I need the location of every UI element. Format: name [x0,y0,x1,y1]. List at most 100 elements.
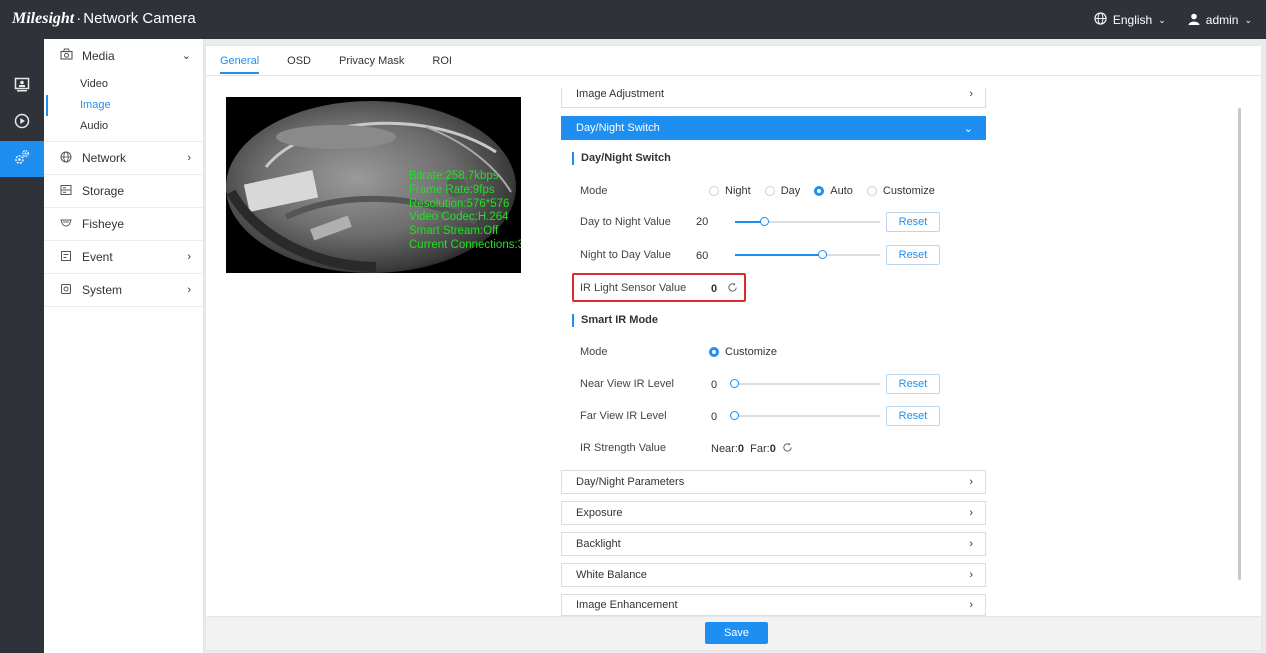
chevron-right-icon: › [969,599,973,611]
chevron-down-icon: ⌄ [1244,14,1252,25]
radio-customize[interactable] [709,347,719,357]
accordion-exposure[interactable]: Exposure › [561,501,986,525]
save-button[interactable]: Save [705,622,768,644]
chevron-right-icon: › [187,284,191,296]
tab-privacy-mask[interactable]: Privacy Mask [339,46,404,76]
settings-sidebar: Media ⌄ Video Image Audio Network › Stor… [44,39,204,653]
ir-mode-label: Mode [580,346,608,358]
dn-mode-label: Mode [580,185,608,197]
chevron-down-icon: ⌄ [1158,14,1166,25]
language-selector[interactable]: English ⌄ [1094,12,1166,28]
accordion-white-balance[interactable]: White Balance › [561,563,986,587]
chevron-right-icon: › [187,152,191,164]
storage-icon [60,184,76,199]
sidebar-item-media[interactable]: Media ⌄ [44,39,203,72]
chevron-right-icon: › [969,88,973,100]
top-bar: Milesight · Network Camera English ⌄ admin… [0,0,1266,39]
username-label: admin [1205,13,1239,27]
chevron-right-icon: › [969,538,973,550]
slider-handle[interactable] [760,217,769,226]
live-view-nav[interactable] [0,69,44,105]
slider-handle[interactable] [818,250,827,259]
chevron-down-icon: ⌄ [181,50,191,62]
n2d-label: Night to Day Value [580,249,671,261]
monitor-icon [14,77,30,98]
sidebar-item-network[interactable]: Network › [44,142,203,175]
near-ir-reset-button[interactable]: Reset [886,374,940,394]
section-title-smart-ir: Smart IR Mode [572,314,658,327]
tab-osd[interactable]: OSD [287,46,311,76]
main-panel: General OSD Privacy Mask ROI Bitrate:258… [205,45,1262,651]
sidebar-item-fisheye[interactable]: Fisheye [44,208,203,241]
settings-nav[interactable] [0,141,44,177]
sidebar-item-event[interactable]: Event › [44,241,203,274]
accordion-day-night-parameters[interactable]: Day/Night Parameters › [561,470,986,494]
far-ir-label: Far View IR Level [580,410,667,422]
ir-mode-radio-group: Customize [709,346,785,358]
radio-customize[interactable] [866,186,877,196]
language-label: English [1112,13,1153,27]
accordion-image-enhancement[interactable]: Image Enhancement › [561,594,986,616]
n2d-reset-button[interactable]: Reset [886,245,940,265]
chevron-right-icon: › [969,569,973,581]
d2n-label: Day to Night Value [580,216,671,228]
ir-strength-value: Near:0 Far:0 [711,443,776,455]
n2d-value: 60 [696,250,709,262]
osd-overlay: Bitrate:258.7kbps Frame Rate:9fps Resolu… [409,170,521,251]
sidebar-item-system[interactable]: System › [44,274,203,307]
vertical-scrollbar[interactable] [1238,108,1241,580]
bottom-action-bar: Save [206,616,1261,650]
chevron-right-icon: › [969,476,973,488]
refresh-icon[interactable] [727,282,738,296]
user-icon [1188,13,1200,28]
globe-icon [1094,12,1107,28]
far-ir-slider[interactable] [730,411,880,421]
user-menu[interactable]: admin ⌄ [1188,12,1252,28]
refresh-icon[interactable] [782,442,793,456]
ir-sensor-label: IR Light Sensor Value [580,282,687,294]
radio-auto[interactable] [814,186,825,196]
ir-sensor-value: 0 [711,283,718,295]
sidebar-subitem-image[interactable]: Image [44,95,203,116]
app-title: Network Camera [83,10,196,27]
app-brand: Milesight · Network Camera [12,10,196,27]
icon-rail [0,39,44,653]
radio-day[interactable] [764,186,775,196]
dn-mode-radio-group: Night Day Auto Customize [709,185,943,197]
accordion-day-night-switch[interactable]: Day/Night Switch ⌄ [561,116,986,140]
chevron-right-icon: › [969,507,973,519]
playback-nav[interactable] [0,105,44,141]
tab-bar: General OSD Privacy Mask ROI [206,46,1261,76]
far-ir-value: 0 [711,411,718,423]
tab-roi[interactable]: ROI [432,46,452,76]
media-icon [60,48,76,63]
accordion-backlight[interactable]: Backlight › [561,532,986,556]
sidebar-subitem-video[interactable]: Video [44,74,203,95]
d2n-reset-button[interactable]: Reset [886,212,940,232]
d2n-slider[interactable] [735,217,880,227]
section-title-day-night: Day/Night Switch [572,152,671,165]
fisheye-icon [60,217,76,232]
settings-icon [13,148,31,171]
near-ir-label: Near View IR Level [580,378,674,390]
sidebar-item-storage[interactable]: Storage [44,175,203,208]
chevron-down-icon: ⌄ [963,122,973,135]
radio-night[interactable] [709,186,719,196]
chevron-right-icon: › [187,251,191,263]
slider-handle[interactable] [730,379,739,388]
far-ir-reset-button[interactable]: Reset [886,406,940,426]
globe-icon [60,151,76,166]
accordion-image-adjustment[interactable]: Image Adjustment › [561,88,986,108]
near-ir-value: 0 [711,379,718,391]
slider-handle[interactable] [730,411,739,420]
d2n-value: 20 [696,216,709,228]
media-submenu: Video Image Audio [44,72,203,142]
sidebar-subitem-audio[interactable]: Audio [44,116,203,137]
tab-general[interactable]: General [220,46,260,76]
playback-icon [14,113,30,134]
live-preview[interactable]: Bitrate:258.7kbps Frame Rate:9fps Resolu… [226,97,521,273]
n2d-slider[interactable] [735,250,880,260]
near-ir-slider[interactable] [730,379,880,389]
milesight-logo: Milesight [12,10,75,27]
ir-strength-label: IR Strength Value [580,442,667,454]
